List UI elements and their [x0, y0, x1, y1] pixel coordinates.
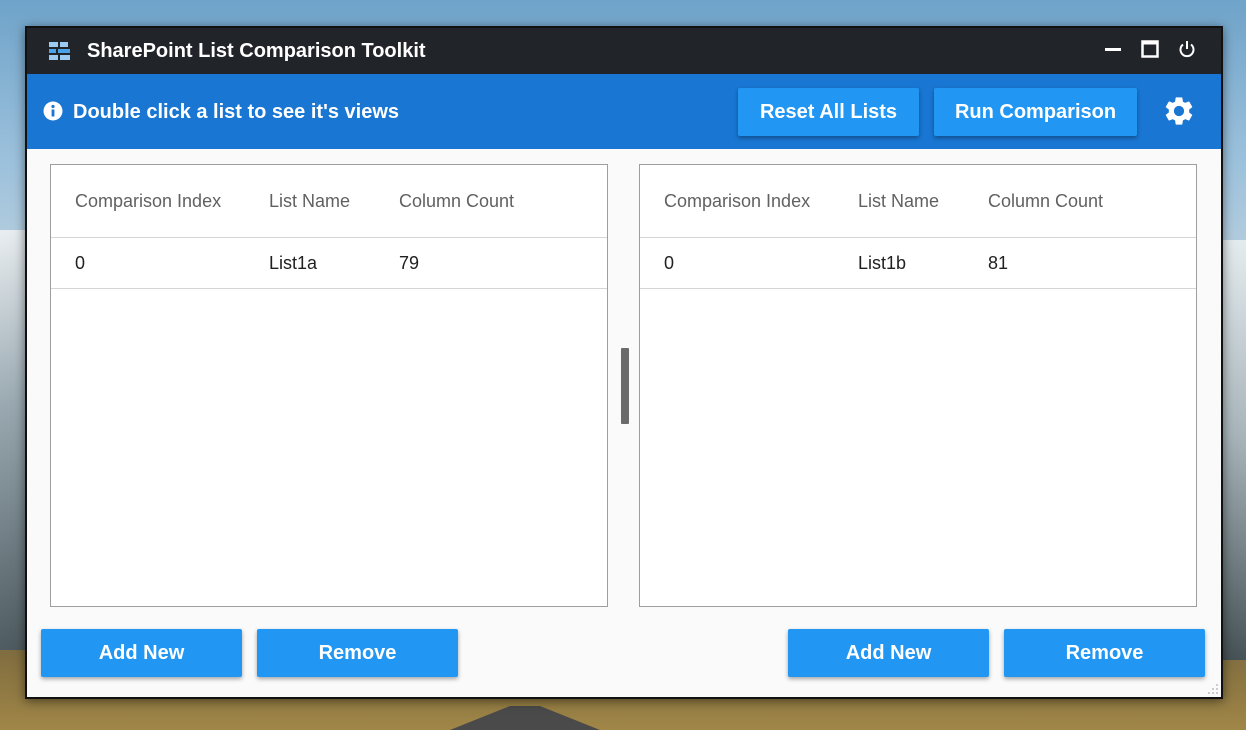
list-compare-icon — [49, 41, 73, 61]
cell-list-name: List1b — [858, 253, 907, 273]
cell-comparison-index: 0 — [75, 253, 86, 273]
table-header: Comparison Index List Name Column Count — [640, 165, 1196, 238]
reset-all-lists-button[interactable]: Reset All Lists — [738, 88, 919, 136]
info-message: Double click a list to see it's views — [73, 101, 399, 123]
column-header-comparison-index[interactable]: Comparison Index — [664, 191, 810, 212]
table-row[interactable]: 0 List1b 81 — [640, 237, 1196, 289]
info-icon — [43, 101, 63, 121]
right-add-new-button[interactable]: Add New — [788, 629, 989, 677]
right-remove-button[interactable]: Remove — [1004, 629, 1205, 677]
title-bar[interactable]: SharePoint List Comparison Toolkit — [27, 28, 1221, 74]
table-row[interactable]: 0 List1a 79 — [51, 237, 607, 289]
panel-splitter[interactable] — [621, 348, 629, 424]
cell-column-count: 81 — [988, 253, 1009, 273]
power-button[interactable] — [1174, 38, 1200, 64]
column-header-column-count[interactable]: Column Count — [988, 191, 1103, 212]
cell-list-name: List1a — [269, 253, 318, 273]
minimize-button[interactable] — [1100, 38, 1126, 64]
cell-column-count: 79 — [399, 253, 420, 273]
maximize-icon — [1141, 39, 1159, 63]
column-header-list-name[interactable]: List Name — [269, 191, 350, 212]
cell-comparison-index: 0 — [664, 253, 675, 273]
resize-grip-icon[interactable] — [1205, 681, 1219, 695]
column-header-list-name[interactable]: List Name — [858, 191, 939, 212]
minimize-icon — [1104, 40, 1122, 63]
column-header-column-count[interactable]: Column Count — [399, 191, 514, 212]
gear-icon[interactable] — [1162, 94, 1196, 128]
toolbar: Double click a list to see it's views Re… — [27, 74, 1221, 149]
right-list-table: Comparison Index List Name Column Count … — [639, 164, 1197, 607]
run-comparison-button[interactable]: Run Comparison — [934, 88, 1137, 136]
left-add-new-button[interactable]: Add New — [41, 629, 242, 677]
power-icon — [1178, 40, 1196, 63]
app-window: SharePoint List Comparison Toolkit Doubl… — [25, 26, 1223, 699]
left-remove-button[interactable]: Remove — [257, 629, 458, 677]
left-list-table: Comparison Index List Name Column Count … — [50, 164, 608, 607]
column-header-comparison-index[interactable]: Comparison Index — [75, 191, 221, 212]
window-title: SharePoint List Comparison Toolkit — [87, 40, 426, 62]
wallpaper-road — [450, 706, 600, 730]
maximize-button[interactable] — [1137, 38, 1163, 64]
table-header: Comparison Index List Name Column Count — [51, 165, 607, 238]
